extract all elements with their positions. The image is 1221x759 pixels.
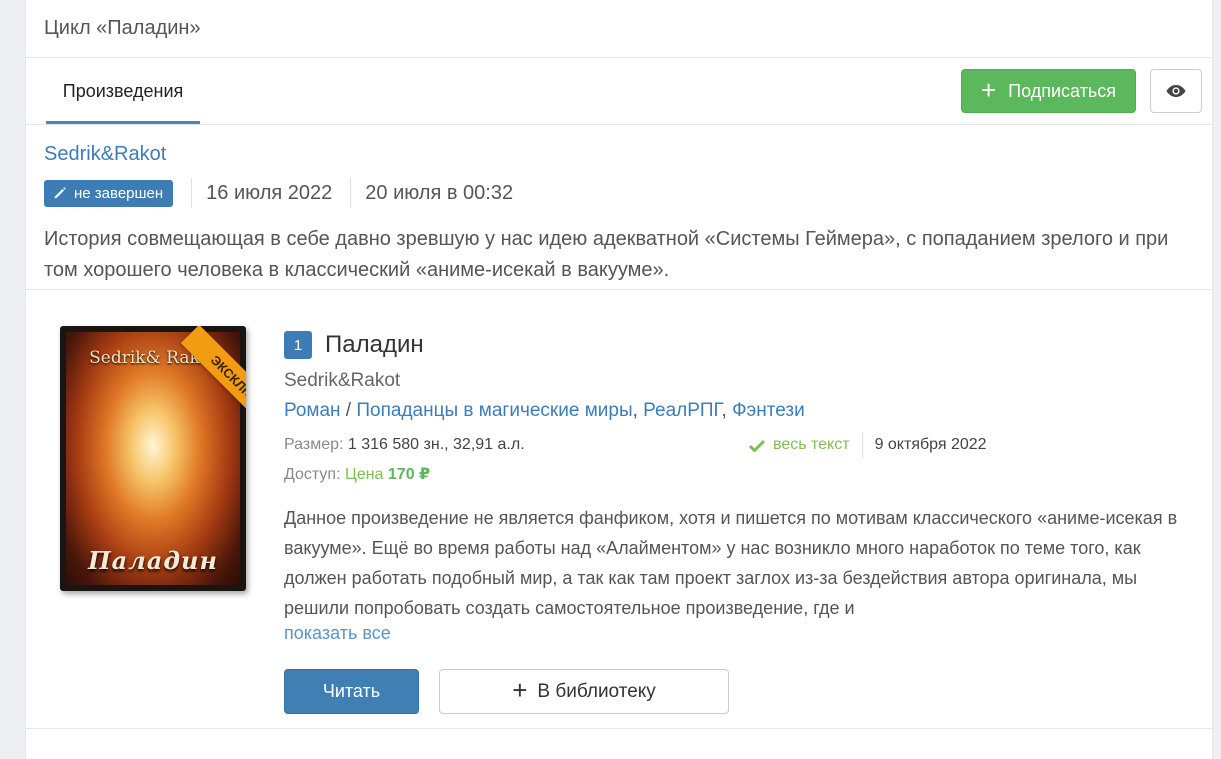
series-title: Цикл «Паладин» [44, 17, 201, 39]
genre-link[interactable]: Попаданцы в магические миры [356, 400, 632, 421]
status-label: не завершен [74, 184, 164, 202]
plus-icon: + [980, 75, 997, 105]
genre-separator: , [721, 400, 733, 421]
show-all-link[interactable]: показать все [284, 623, 1184, 644]
work-date: 9 октября 2022 [874, 436, 987, 453]
fulltext-label: весь текст [773, 436, 850, 453]
size-label: Размер: [284, 436, 344, 453]
plus-icon: + [512, 675, 528, 705]
subscribe-label: Подписаться [1008, 80, 1117, 101]
series-description: История совмещающая в себе давно зревшую… [44, 228, 1169, 281]
work-actions: Читать + В библиотеку [284, 669, 1184, 714]
book-cover[interactable]: Sedrik& Rakot Паладин ЭКСКЛЮЗИВ [60, 326, 246, 591]
add-to-library-button[interactable]: + В библиотеку [439, 669, 729, 714]
series-info: Sedrik&Rakot не завершен 16 июля 2022 20… [26, 125, 1212, 290]
watch-button[interactable] [1150, 69, 1202, 113]
work-title[interactable]: Паладин [325, 331, 424, 359]
size-value: 1 316 580 зн., 32,91 а.л. [347, 436, 525, 453]
divider [861, 432, 863, 458]
genre-link[interactable]: РеалРПГ [643, 400, 721, 421]
updated-date: 20 июля в 00:32 [365, 181, 514, 204]
genre-separator: / [340, 400, 357, 421]
status-badge: не завершен [44, 179, 174, 207]
genre-link[interactable]: Фэнтези [732, 400, 805, 421]
pencil-icon [54, 187, 66, 199]
price-label: Цена [344, 466, 384, 483]
size-row: Размер: 1 316 580 зн., 32,91 а.л. [284, 436, 525, 454]
work-details: Размер: 1 316 580 зн., 32,91 а.л. Доступ… [284, 430, 1184, 486]
work-body: 1 Паладин Sedrik&Rakot Роман / Попаданцы… [284, 330, 1184, 714]
price: Цена 170 ₽ [345, 466, 430, 483]
exclusive-ribbon: ЭКСКЛЮЗИВ [180, 326, 246, 450]
price-value: 170 ₽ [387, 466, 431, 483]
ribbon-wrap: ЭКСКЛЮЗИВ [60, 326, 246, 591]
tab-works[interactable]: Произведения [46, 58, 200, 124]
genre-separator: , [632, 400, 644, 421]
series-author-link[interactable]: Sedrik&Rakot [44, 143, 1194, 166]
work-title-row: 1 Паладин [284, 330, 1184, 360]
work-number-badge: 1 [284, 331, 312, 359]
read-button[interactable]: Читать [284, 669, 419, 714]
eye-icon [1166, 85, 1186, 97]
access-label: Доступ: [284, 466, 341, 483]
series-panel: Цикл «Паладин» Произведения + Подписатьс… [25, 0, 1213, 759]
check-icon [749, 439, 765, 452]
genre-list: Роман / Попаданцы в магические миры, Реа… [284, 400, 1184, 422]
library-label: В библиотеку [537, 680, 656, 702]
divider [191, 178, 193, 208]
tab-bar: Произведения + Подписаться [26, 58, 1212, 125]
subscribe-button[interactable]: + Подписаться [961, 69, 1136, 113]
created-date: 16 июля 2022 [206, 181, 333, 204]
genre-link[interactable]: Роман [284, 400, 341, 421]
series-header: Цикл «Паладин» [26, 0, 1212, 58]
fulltext-status: весь текст 9 октября 2022 [749, 430, 987, 460]
divider [350, 178, 352, 208]
work-author[interactable]: Sedrik&Rakot [284, 370, 1184, 392]
work-card: Sedrik& Rakot Паладин ЭКСКЛЮЗИВ 1 Палади… [26, 290, 1212, 729]
access-row: Доступ: Цена 170 ₽ [284, 464, 430, 484]
work-description: Данное произведение не является фанфиком… [284, 508, 1178, 618]
series-meta: не завершен 16 июля 2022 20 июля в 00:32 [44, 178, 1194, 208]
